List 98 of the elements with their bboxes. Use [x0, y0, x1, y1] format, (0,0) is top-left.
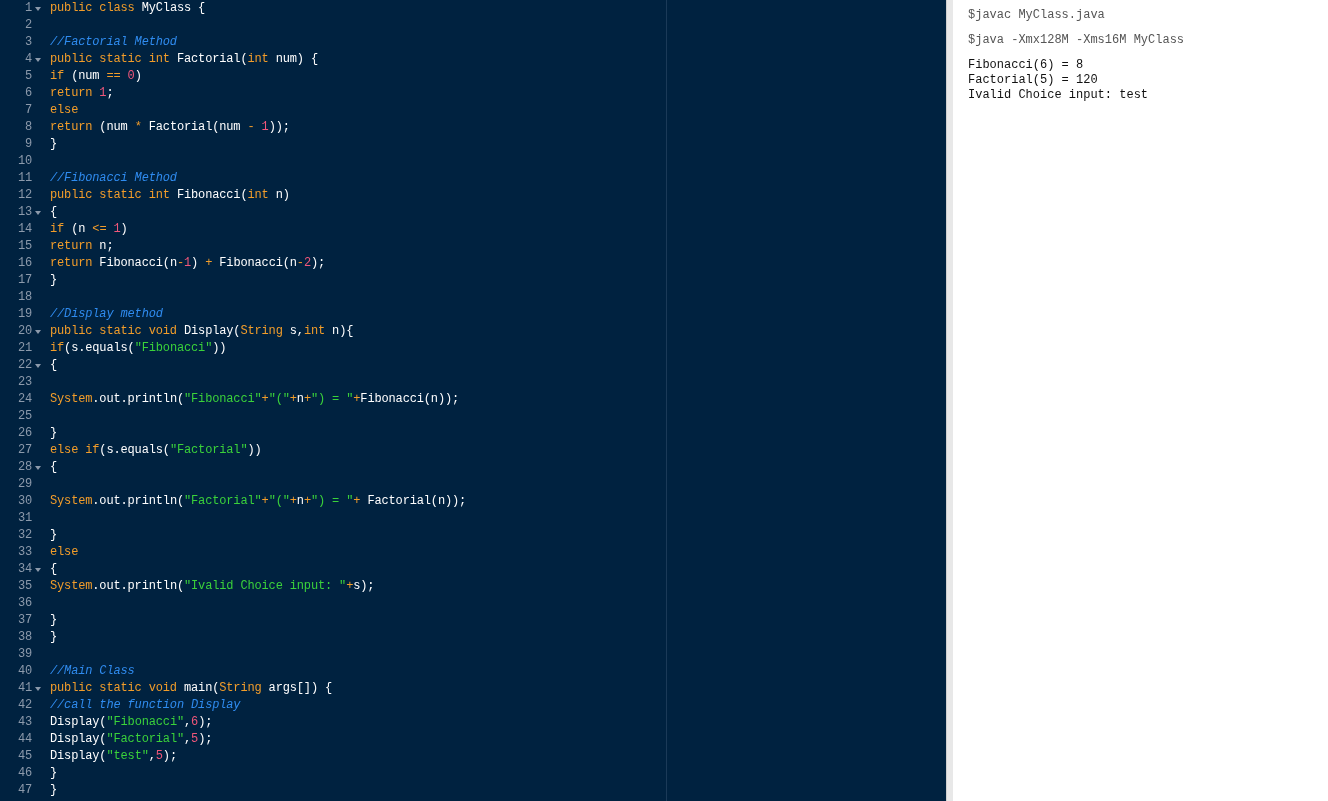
line-number: 39 [17, 646, 32, 663]
code-line: { [50, 459, 58, 476]
line-number: 2 [24, 17, 32, 34]
line-number: 18 [17, 289, 32, 306]
code-line: //Factorial Method [50, 34, 177, 51]
code-line: //Display method [50, 306, 163, 323]
line-number: 20 [17, 323, 32, 340]
code-line: if(s.equals("Fibonacci")) [50, 340, 227, 357]
line-number: 34 [17, 561, 32, 578]
code-line: System.out.println("Fibonacci"+"("+n+") = "+Fibonacci(n)); [50, 391, 460, 408]
line-number: 36 [17, 595, 32, 612]
console-command: $javac MyClass.java [968, 8, 1106, 23]
line-number: 7 [24, 102, 32, 119]
line-number: 4 [24, 51, 32, 68]
code-line: else if(s.equals("Factorial")) [50, 442, 262, 459]
code-line: //Main Class [50, 663, 135, 680]
line-number: 27 [17, 442, 32, 459]
code-line: public static int Fibonacci(int n) [50, 187, 290, 204]
code-line: } [50, 612, 58, 629]
code-line: Display("test",5); [50, 748, 177, 765]
line-number: 12 [17, 187, 32, 204]
code-line: //Fibonacci Method [50, 170, 177, 187]
line-number: 9 [24, 136, 32, 153]
fold-triangle-icon[interactable] [35, 567, 41, 572]
line-number: 47 [17, 782, 32, 799]
line-number: 8 [24, 119, 32, 136]
code-line: public static void Display(String s,int n){ [50, 323, 354, 340]
line-number: 3 [24, 34, 32, 51]
line-number: 29 [17, 476, 32, 493]
line-number: 19 [17, 306, 32, 323]
line-number: 31 [17, 510, 32, 527]
line-number: 21 [17, 340, 32, 357]
code-line: else [50, 544, 79, 561]
console-output-line: Factorial(5) = 120 [968, 73, 1099, 88]
line-number: 35 [17, 578, 32, 595]
line-number: 15 [17, 238, 32, 255]
line-number: 13 [17, 204, 32, 221]
fold-triangle-icon[interactable] [35, 210, 41, 215]
fold-triangle-icon[interactable] [35, 465, 41, 470]
code-line: public static int Factorial(int num) { [50, 51, 318, 68]
code-line: System.out.println("Factorial"+"("+n+") = "+ Factorial(n)); [50, 493, 467, 510]
code-line: else [50, 102, 79, 119]
code-line: //call the function Display [50, 697, 241, 714]
code-line: System.out.println("Ivalid Choice input: "+s); [50, 578, 375, 595]
code-line: public static void main(String args[]) { [50, 680, 333, 697]
line-number: 44 [17, 731, 32, 748]
line-number: 28 [17, 459, 32, 476]
code-line: return (num * Factorial(num - 1)); [50, 119, 290, 136]
line-number: 37 [17, 612, 32, 629]
line-number: 11 [17, 170, 32, 187]
code-line: if (num == 0) [50, 68, 142, 85]
line-number: 25 [17, 408, 32, 425]
code-line: Display("Factorial",5); [50, 731, 213, 748]
line-number: 45 [17, 748, 32, 765]
code-line: return n; [50, 238, 114, 255]
code-line: return Fibonacci(n-1) + Fibonacci(n-2); [50, 255, 326, 272]
line-number: 43 [17, 714, 32, 731]
code-line: } [50, 629, 58, 646]
line-number: 1 [24, 0, 32, 17]
code-line: public class MyClass { [50, 0, 206, 17]
line-number: 26 [17, 425, 32, 442]
line-number: 46 [17, 765, 32, 782]
line-number: 24 [17, 391, 32, 408]
console-output-line: Fibonacci(6) = 8 [968, 58, 1085, 73]
line-number: 17 [17, 272, 32, 289]
code-line: } [50, 272, 58, 289]
code-line: } [50, 782, 58, 799]
line-number: 5 [24, 68, 32, 85]
line-number: 38 [17, 629, 32, 646]
code-line: } [50, 425, 58, 442]
line-number: 30 [17, 493, 32, 510]
line-number: 6 [24, 85, 32, 102]
line-number: 42 [17, 697, 32, 714]
code-line: Display("Fibonacci",6); [50, 714, 213, 731]
fold-triangle-icon[interactable] [35, 57, 41, 62]
fold-triangle-icon[interactable] [35, 6, 41, 11]
fold-triangle-icon[interactable] [35, 329, 41, 334]
code-line: } [50, 765, 58, 782]
line-number: 32 [17, 527, 32, 544]
line-number: 22 [17, 357, 32, 374]
line-number: 23 [17, 374, 32, 391]
fold-triangle-icon[interactable] [35, 686, 41, 691]
code-line: return 1; [50, 85, 114, 102]
line-number: 16 [17, 255, 32, 272]
code-line: if (n <= 1) [50, 221, 128, 238]
line-number: 33 [17, 544, 32, 561]
code-line: } [50, 136, 58, 153]
console-output-line: Ivalid Choice input: test [968, 88, 1150, 103]
line-number: 10 [17, 153, 32, 170]
fold-triangle-icon[interactable] [35, 363, 41, 368]
code-line: { [50, 561, 58, 578]
line-number: 40 [17, 663, 32, 680]
code-line: } [50, 527, 58, 544]
code-line: { [50, 357, 58, 374]
line-number: 14 [17, 221, 32, 238]
line-number: 41 [17, 680, 32, 697]
code-line: { [50, 204, 58, 221]
console-command: $java -Xmx128M -Xms16M MyClass [968, 33, 1186, 48]
